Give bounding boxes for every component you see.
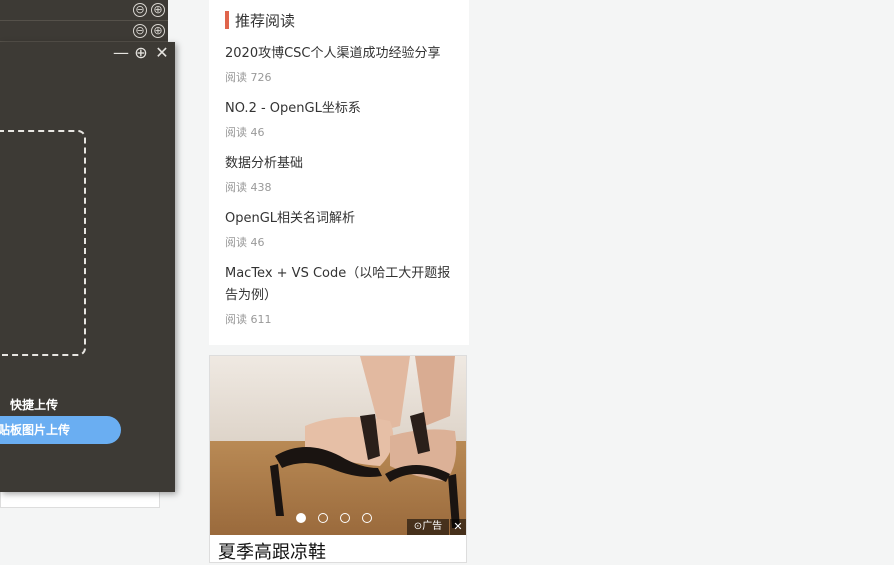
ad-banner[interactable]: ⊙广告 ✕ 夏季高跟凉鞋 <box>209 355 467 563</box>
list-item: NO.2 - OpenGL坐标系 阅读 46 <box>225 98 455 140</box>
minimize-icon[interactable]: — <box>112 42 130 64</box>
paste-image-upload-button[interactable]: 贴板图片上传 <box>0 416 121 444</box>
ad-close-icon[interactable]: ✕ <box>450 519 466 535</box>
article-link[interactable]: OpenGL相关名词解析 <box>225 208 455 230</box>
carousel-dots <box>296 508 384 527</box>
collapse-icon[interactable]: ⊖ <box>133 3 147 17</box>
close-icon[interactable]: ✕ <box>153 42 171 64</box>
carousel-dot[interactable] <box>296 513 306 523</box>
section-title: 推荐阅读 <box>225 10 295 31</box>
ad-caption[interactable]: 夏季高跟凉鞋 <box>218 538 326 562</box>
recommended-reading-card: 推荐阅读 2020攻博CSC个人渠道成功经验分享 阅读 726 NO.2 - O… <box>209 0 469 345</box>
read-count: 阅读 438 <box>225 181 272 194</box>
expand-icon[interactable]: ⊕ <box>151 3 165 17</box>
collapse-icon[interactable]: ⊖ <box>133 24 147 38</box>
read-count: 阅读 46 <box>225 236 265 249</box>
background-row: ⊖ ⊕ <box>0 21 168 42</box>
background-window: ⊖ ⊕ ⊖ ⊕ <box>0 0 168 42</box>
read-count: 阅读 726 <box>225 71 272 84</box>
list-item: MacTex + VS Code（以哈工大开题报告为例） 阅读 611 <box>225 263 455 327</box>
background-row: ⊖ ⊕ <box>0 0 168 21</box>
carousel-dot[interactable] <box>362 513 372 523</box>
read-count: 阅读 46 <box>225 126 265 139</box>
ad-label-text: 广告 <box>422 521 443 532</box>
expand-icon[interactable]: ⊕ <box>151 24 165 38</box>
list-item: OpenGL相关名词解析 阅读 46 <box>225 208 455 250</box>
article-link[interactable]: NO.2 - OpenGL坐标系 <box>225 98 455 120</box>
image-upload-panel: — ⊕ ✕ 快捷上传 贴板图片上传 <box>0 42 175 492</box>
zoom-icon[interactable]: ⊕ <box>132 42 150 64</box>
article-link[interactable]: 2020攻博CSC个人渠道成功经验分享 <box>225 43 455 65</box>
ad-label: ⊙广告 <box>407 519 449 535</box>
article-link[interactable]: MacTex + VS Code（以哈工大开题报告为例） <box>225 263 455 307</box>
quick-upload-label: 快捷上传 <box>10 398 59 412</box>
carousel-dot[interactable] <box>318 513 328 523</box>
image-dropzone[interactable] <box>0 130 86 356</box>
list-item: 数据分析基础 阅读 438 <box>225 153 455 195</box>
read-count: 阅读 611 <box>225 313 272 326</box>
list-item: 2020攻博CSC个人渠道成功经验分享 阅读 726 <box>225 43 455 85</box>
ad-info-icon: ⊙ <box>413 521 423 532</box>
article-link[interactable]: 数据分析基础 <box>225 153 455 175</box>
carousel-dot[interactable] <box>340 513 350 523</box>
